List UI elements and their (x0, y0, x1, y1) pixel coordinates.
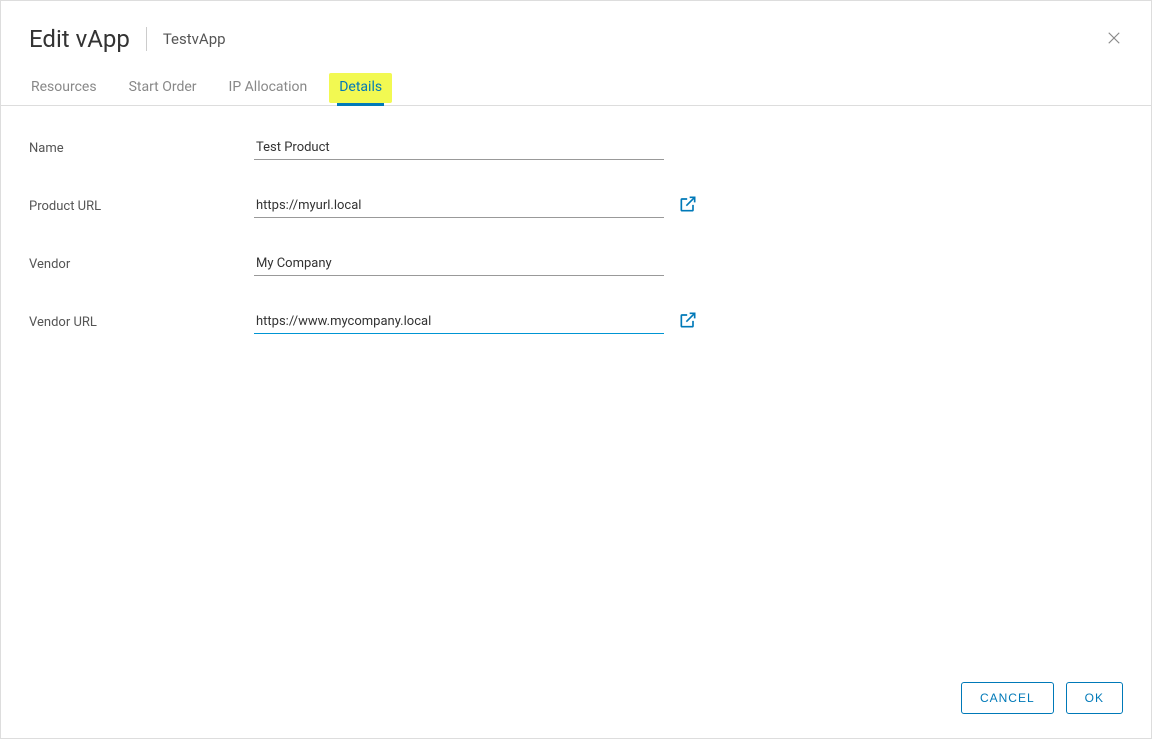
product-url-open-button[interactable] (678, 194, 698, 218)
name-input[interactable] (254, 136, 664, 160)
row-product-url: Product URL (29, 194, 1123, 218)
edit-vapp-dialog: Edit vApp TestvApp Resources Start Order… (1, 1, 1151, 738)
cancel-button[interactable]: CANCEL (961, 682, 1054, 714)
dialog-title: Edit vApp (29, 25, 130, 53)
row-vendor: Vendor (29, 252, 1123, 276)
tabs-bar: Resources Start Order IP Allocation Deta… (1, 71, 1151, 106)
dialog-footer: CANCEL OK (1, 662, 1151, 738)
ok-button[interactable]: OK (1066, 682, 1123, 714)
external-link-icon (678, 310, 698, 334)
tab-start-order[interactable]: Start Order (127, 71, 199, 105)
label-name: Name (29, 141, 254, 156)
vendor-url-input[interactable] (254, 310, 664, 334)
row-name: Name (29, 136, 1123, 160)
product-url-input[interactable] (254, 194, 664, 218)
dialog-header: Edit vApp TestvApp (1, 1, 1151, 71)
row-vendor-url: Vendor URL (29, 310, 1123, 334)
close-icon (1105, 32, 1123, 51)
label-vendor: Vendor (29, 257, 254, 272)
external-link-icon (678, 194, 698, 218)
tab-ip-allocation[interactable]: IP Allocation (227, 71, 310, 105)
dialog-subtitle: TestvApp (163, 30, 226, 48)
label-vendor-url: Vendor URL (29, 315, 254, 330)
close-button[interactable] (1105, 29, 1123, 51)
tab-resources[interactable]: Resources (29, 71, 99, 105)
vendor-input[interactable] (254, 252, 664, 276)
label-product-url: Product URL (29, 199, 254, 214)
title-divider (146, 27, 147, 51)
tab-details-label: Details (339, 79, 382, 95)
vendor-url-open-button[interactable] (678, 310, 698, 334)
tab-details[interactable]: Details (337, 71, 384, 105)
form-content: Name Product URL (1, 106, 1151, 662)
